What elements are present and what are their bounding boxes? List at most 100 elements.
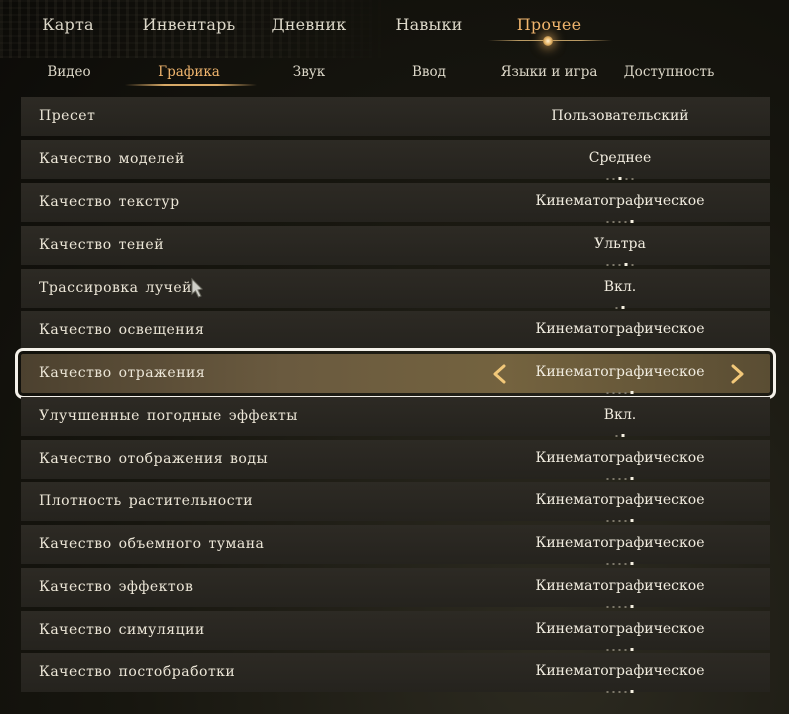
setting-label: Пресет [39,108,96,124]
level-tick [606,648,609,651]
setting-row[interactable]: Качество освещения Кинематографическое [21,311,770,351]
cursor-icon [191,277,203,298]
setting-value: Пользовательский [551,108,689,124]
setting-label: Качество освещения [39,322,205,338]
level-tick [624,220,627,223]
setting-row[interactable]: Качество моделей Среднее [21,140,770,180]
active-tab-indicator [543,36,553,46]
level-tick [612,263,615,266]
setting-label: Качество объемного тумана [39,536,265,552]
level-tick [621,306,625,309]
level-tick [618,220,621,223]
level-tick [606,348,609,351]
level-tick [624,519,627,522]
level-tick [606,477,609,480]
level-tick [615,306,618,309]
setting-row[interactable]: Пресет Пользовательский [21,97,770,136]
setting-row[interactable]: Качество симуляции Кинематографическое [21,611,770,651]
setting-level-indicator [605,596,636,608]
setting-row[interactable]: Трассировка лучей Вкл. [21,269,770,309]
subtab-accessibility[interactable]: Доступность [624,64,715,80]
subtab-input[interactable]: Ввод [412,64,446,80]
setting-level-indicator [605,382,636,394]
tab-journal[interactable]: Дневник [272,15,347,34]
level-tick [612,562,615,565]
level-tick [630,220,634,223]
level-tick [624,391,627,394]
subtab-video[interactable]: Видео [47,64,90,80]
tab-other[interactable]: Прочее [517,15,582,34]
setting-value: Среднее [588,150,652,166]
tab-skills[interactable]: Навыки [395,15,462,34]
chevron-left-icon[interactable] [490,364,510,384]
level-tick [612,177,615,180]
level-tick [621,434,625,437]
level-tick [612,519,615,522]
setting-value: Кинематографическое [535,193,705,209]
setting-level-indicator [614,297,627,309]
subtab-sound[interactable]: Звук [293,64,325,80]
setting-label: Трассировка лучей [39,280,192,296]
level-tick [618,519,621,522]
level-tick [624,263,628,266]
setting-value: Кинематографическое [535,364,705,380]
level-tick [612,690,615,693]
setting-level-indicator [614,425,627,437]
setting-row[interactable]: Улучшенные погодные эффекты Вкл. [21,397,770,437]
level-tick [606,519,609,522]
level-tick [618,690,621,693]
tab-inventory[interactable]: Инвентарь [143,15,236,34]
setting-label: Качество отражения [39,365,206,381]
level-tick [624,648,627,651]
setting-row[interactable]: Качество текстур Кинематографическое [21,183,770,223]
setting-value: Кинематографическое [535,621,705,637]
setting-value: Ультра [594,236,646,252]
setting-label: Плотность растительности [39,493,254,509]
level-tick [624,562,627,565]
level-tick [624,690,627,693]
level-tick [624,477,627,480]
setting-row[interactable]: Качество объемного тумана Кинематографиче… [21,525,770,565]
setting-row[interactable]: Качество теней Ультра [21,226,770,266]
subtab-languages-game[interactable]: Языки и игра [501,64,598,80]
tab-map[interactable]: Карта [42,15,94,34]
setting-label: Улучшенные погодные эффекты [39,408,298,424]
level-tick [618,348,621,351]
level-tick [630,690,634,693]
level-tick [618,648,621,651]
level-tick [630,391,634,394]
level-tick [624,605,627,608]
top-navigation: Карта Инвентарь Дневник Навыки Прочее [0,0,789,54]
setting-level-indicator [605,681,636,693]
level-tick [606,220,609,223]
setting-value: Кинематографическое [535,321,705,337]
setting-level-indicator [605,168,636,180]
level-tick [631,263,634,266]
active-subtab-underline [125,84,257,86]
setting-label: Качество симуляции [39,622,205,638]
setting-row[interactable]: Плотность растительности Кинематографичес… [21,482,770,522]
level-tick [618,177,622,180]
setting-row[interactable]: Качество отражения Кинематографическое [15,348,776,399]
level-tick [618,605,621,608]
subtab-graphics[interactable]: Графика [158,64,220,80]
setting-value: Кинематографическое [535,535,705,551]
setting-value: Вкл. [603,279,637,295]
setting-level-indicator [605,468,636,480]
setting-row[interactable]: Качество постобработки Кинематографическо… [21,653,770,693]
setting-label: Качество отображения воды [39,451,269,467]
setting-label: Качество постобработки [39,664,236,680]
level-tick [606,562,609,565]
level-tick [630,348,634,351]
setting-label: Качество эффектов [39,579,194,595]
level-tick [630,605,634,608]
setting-row[interactable]: Качество эффектов Кинематографическое [21,568,770,608]
level-tick [630,562,634,565]
setting-value: Кинематографическое [535,578,705,594]
level-tick [618,477,621,480]
level-tick [606,391,609,394]
setting-label: Качество моделей [39,151,185,167]
setting-value: Кинематографическое [535,663,705,679]
chevron-right-icon[interactable] [727,364,747,384]
setting-row[interactable]: Качество отображения воды Кинематографиче… [21,440,770,480]
